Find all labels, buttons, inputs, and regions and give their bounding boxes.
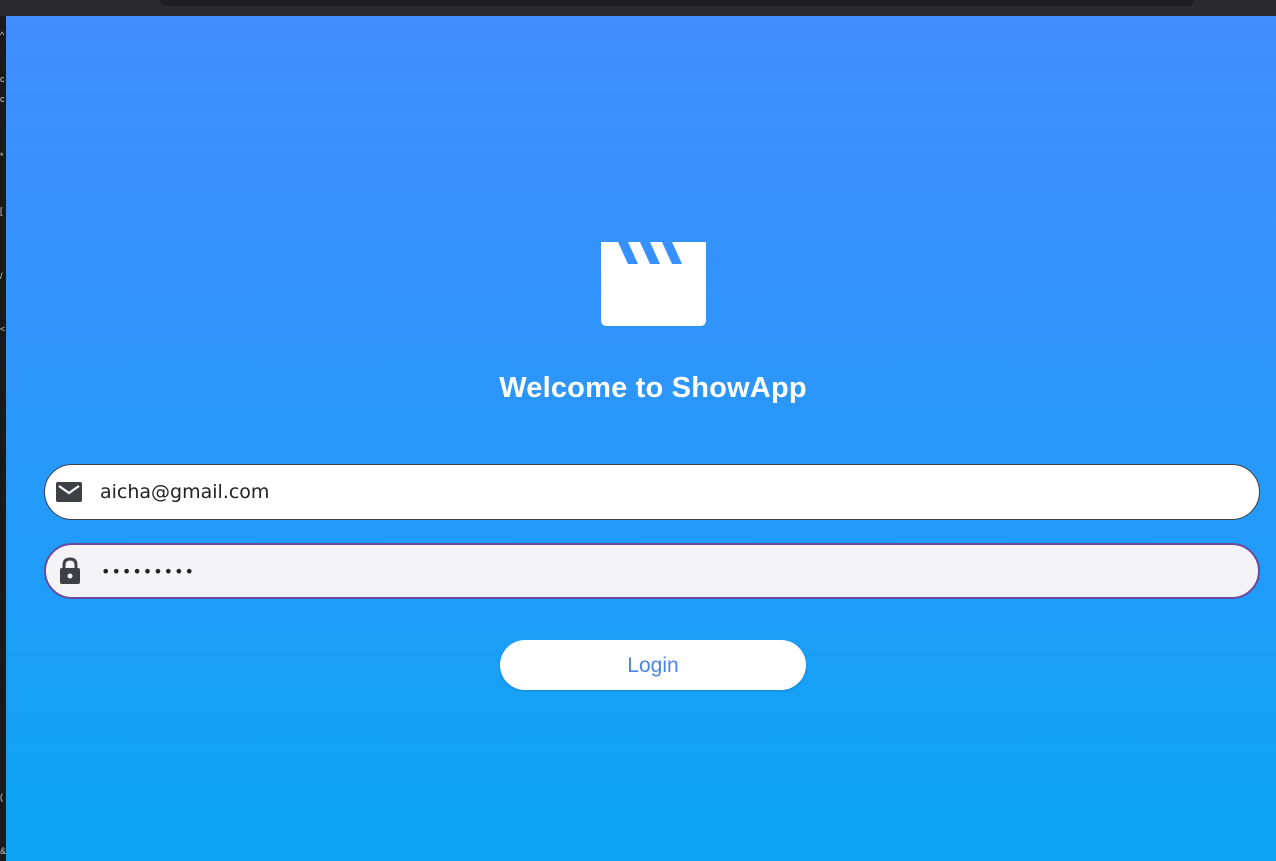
email-value: aicha@gmail.com xyxy=(100,481,270,503)
password-field[interactable]: ••••••••• xyxy=(44,543,1260,599)
lock-icon xyxy=(56,557,84,585)
address-bar[interactable] xyxy=(160,0,1194,6)
email-field[interactable]: aicha@gmail.com xyxy=(44,464,1260,520)
browser-top-bar xyxy=(0,0,1276,16)
login-button[interactable]: Login xyxy=(500,640,806,690)
movie-clapperboard-icon xyxy=(601,242,706,326)
mail-icon xyxy=(55,478,83,506)
password-value: ••••••••• xyxy=(101,561,195,581)
login-screen: Welcome to ShowApp aicha@gmail.com •••••… xyxy=(6,16,1276,861)
welcome-title: Welcome to ShowApp xyxy=(499,372,807,404)
